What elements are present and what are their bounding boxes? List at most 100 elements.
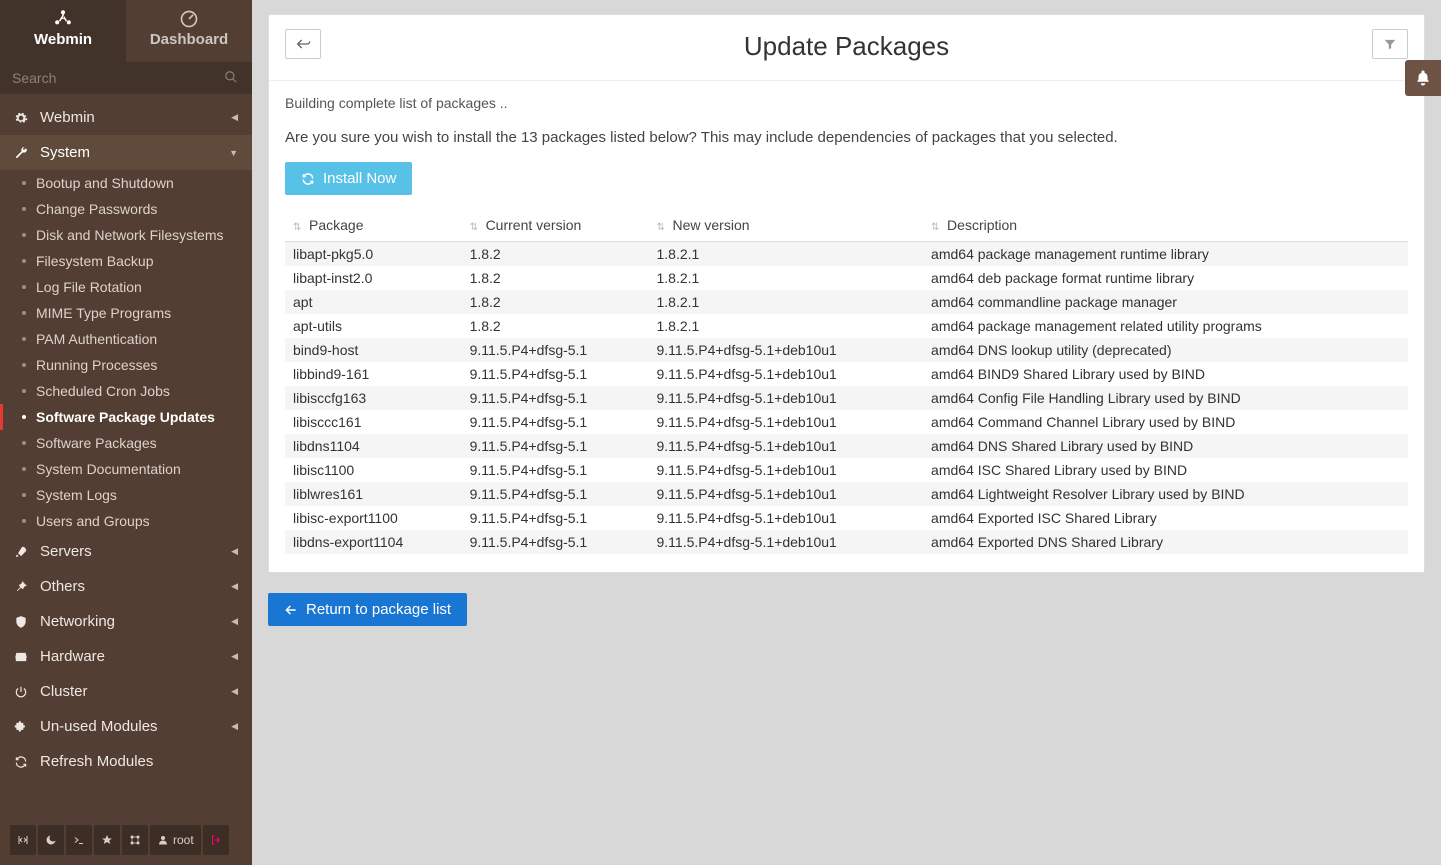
cell-cur: 9.11.5.P4+dfsg-5.1 bbox=[462, 410, 649, 434]
col-current[interactable]: ⇅Current version bbox=[462, 209, 649, 242]
sidebar-item-users-and-groups[interactable]: Users and Groups bbox=[0, 508, 252, 534]
search-input[interactable] bbox=[0, 62, 252, 94]
cell-cur: 9.11.5.P4+dfsg-5.1 bbox=[462, 530, 649, 554]
sort-icon: ⇅ bbox=[293, 222, 303, 233]
rocket-icon bbox=[14, 545, 30, 559]
col-package[interactable]: ⇅Package bbox=[285, 209, 462, 242]
cell-pkg: libisccc161 bbox=[285, 410, 462, 434]
logout-button[interactable] bbox=[203, 825, 229, 855]
refresh-icon bbox=[14, 755, 30, 769]
cell-cur: 9.11.5.P4+dfsg-5.1 bbox=[462, 506, 649, 530]
sidebar: Webmin Dashboard Webmin ◀ System ▼ bbox=[0, 0, 252, 865]
menu-cluster[interactable]: Cluster ◀ bbox=[0, 674, 252, 709]
notifications-button[interactable] bbox=[1405, 60, 1441, 96]
sidebar-item-pam-authentication[interactable]: PAM Authentication bbox=[0, 326, 252, 352]
sidebar-item-system-documentation[interactable]: System Documentation bbox=[0, 456, 252, 482]
table-row: bind9-host9.11.5.P4+dfsg-5.19.11.5.P4+df… bbox=[285, 338, 1408, 362]
main-content: Update Packages Building complete list o… bbox=[252, 0, 1441, 865]
search-icon[interactable] bbox=[224, 70, 238, 84]
install-now-button[interactable]: Install Now bbox=[285, 162, 412, 195]
sidebar-item-running-processes[interactable]: Running Processes bbox=[0, 352, 252, 378]
return-label: Return to package list bbox=[306, 601, 451, 618]
table-row: apt1.8.21.8.2.1amd64 commandline package… bbox=[285, 290, 1408, 314]
sidebar-item-system-logs[interactable]: System Logs bbox=[0, 482, 252, 508]
chevron-left-icon: ◀ bbox=[231, 686, 238, 697]
chevron-left-icon: ◀ bbox=[231, 546, 238, 557]
servers-index-button[interactable] bbox=[122, 825, 148, 855]
sidebar-item-disk-and-network-filesystems[interactable]: Disk and Network Filesystems bbox=[0, 222, 252, 248]
cell-new: 9.11.5.P4+dfsg-5.1+deb10u1 bbox=[648, 386, 923, 410]
sidebar-item-software-packages[interactable]: Software Packages bbox=[0, 430, 252, 456]
sidebar-item-scheduled-cron-jobs[interactable]: Scheduled Cron Jobs bbox=[0, 378, 252, 404]
sidebar-item-change-passwords[interactable]: Change Passwords bbox=[0, 196, 252, 222]
cell-new: 9.11.5.P4+dfsg-5.1+deb10u1 bbox=[648, 530, 923, 554]
menu-webmin[interactable]: Webmin ◀ bbox=[0, 100, 252, 135]
menu-hardware[interactable]: Hardware ◀ bbox=[0, 639, 252, 674]
table-row: libisc-export11009.11.5.P4+dfsg-5.19.11.… bbox=[285, 506, 1408, 530]
col-desc[interactable]: ⇅Description bbox=[923, 209, 1408, 242]
table-row: libdns-export11049.11.5.P4+dfsg-5.19.11.… bbox=[285, 530, 1408, 554]
sidebar-item-bootup-and-shutdown[interactable]: Bootup and Shutdown bbox=[0, 170, 252, 196]
menu-servers-label: Servers bbox=[40, 543, 92, 560]
col-new[interactable]: ⇅New version bbox=[648, 209, 923, 242]
tab-webmin-label: Webmin bbox=[34, 31, 92, 48]
search-box bbox=[0, 62, 252, 94]
return-button[interactable]: Return to package list bbox=[268, 593, 467, 626]
tab-webmin[interactable]: Webmin bbox=[0, 0, 126, 62]
cell-pkg: apt bbox=[285, 290, 462, 314]
cell-pkg: bind9-host bbox=[285, 338, 462, 362]
menu-refresh[interactable]: Refresh Modules bbox=[0, 744, 252, 779]
back-button[interactable] bbox=[285, 29, 321, 59]
sidebar-item-software-package-updates[interactable]: Software Package Updates bbox=[0, 404, 252, 430]
cell-new: 1.8.2.1 bbox=[648, 266, 923, 290]
table-row: libapt-inst2.01.8.21.8.2.1amd64 deb pack… bbox=[285, 266, 1408, 290]
tab-dashboard-label: Dashboard bbox=[150, 31, 228, 48]
terminal-button[interactable] bbox=[66, 825, 92, 855]
sidebar-item-log-file-rotation[interactable]: Log File Rotation bbox=[0, 274, 252, 300]
page-panel: Update Packages Building complete list o… bbox=[268, 14, 1425, 573]
favorites-button[interactable] bbox=[94, 825, 120, 855]
cell-cur: 9.11.5.P4+dfsg-5.1 bbox=[462, 362, 649, 386]
chevron-left-icon: ◀ bbox=[231, 616, 238, 627]
chevron-left-icon: ◀ bbox=[231, 721, 238, 732]
menu-others[interactable]: Others ◀ bbox=[0, 569, 252, 604]
cell-cur: 9.11.5.P4+dfsg-5.1 bbox=[462, 482, 649, 506]
sidebar-menu: Webmin ◀ System ▼ Bootup and ShutdownCha… bbox=[0, 100, 252, 779]
cell-desc: amd64 deb package format runtime library bbox=[923, 266, 1408, 290]
cell-new: 1.8.2.1 bbox=[648, 242, 923, 267]
chevron-left-icon: ◀ bbox=[231, 112, 238, 123]
table-row: libdns11049.11.5.P4+dfsg-5.19.11.5.P4+df… bbox=[285, 434, 1408, 458]
packages-table: ⇅Package ⇅Current version ⇅New version ⇅… bbox=[285, 209, 1408, 554]
table-row: liblwres1619.11.5.P4+dfsg-5.19.11.5.P4+d… bbox=[285, 482, 1408, 506]
tab-dashboard[interactable]: Dashboard bbox=[126, 0, 252, 62]
menu-servers[interactable]: Servers ◀ bbox=[0, 534, 252, 569]
table-row: libbind9-1619.11.5.P4+dfsg-5.19.11.5.P4+… bbox=[285, 362, 1408, 386]
menu-networking[interactable]: Networking ◀ bbox=[0, 604, 252, 639]
hdd-icon bbox=[14, 650, 30, 664]
user-button[interactable]: root bbox=[150, 825, 201, 855]
sidebar-item-filesystem-backup[interactable]: Filesystem Backup bbox=[0, 248, 252, 274]
cell-pkg: libbind9-161 bbox=[285, 362, 462, 386]
sidebar-item-mime-type-programs[interactable]: MIME Type Programs bbox=[0, 300, 252, 326]
filter-button[interactable] bbox=[1372, 29, 1408, 59]
menu-refresh-label: Refresh Modules bbox=[40, 753, 153, 770]
cell-desc: amd64 Command Channel Library used by BI… bbox=[923, 410, 1408, 434]
cell-new: 9.11.5.P4+dfsg-5.1+deb10u1 bbox=[648, 506, 923, 530]
sort-icon: ⇅ bbox=[931, 222, 941, 233]
cell-desc: amd64 Config File Handling Library used … bbox=[923, 386, 1408, 410]
panel-body: Building complete list of packages .. Ar… bbox=[269, 81, 1424, 572]
cell-desc: amd64 Lightweight Resolver Library used … bbox=[923, 482, 1408, 506]
sort-icon: ⇅ bbox=[470, 222, 480, 233]
cell-pkg: libapt-pkg5.0 bbox=[285, 242, 462, 267]
status-text: Building complete list of packages .. bbox=[285, 95, 1408, 111]
cell-cur: 1.8.2 bbox=[462, 314, 649, 338]
cell-cur: 1.8.2 bbox=[462, 266, 649, 290]
cell-pkg: libdns-export1104 bbox=[285, 530, 462, 554]
night-mode-button[interactable] bbox=[38, 825, 64, 855]
menu-system[interactable]: System ▼ bbox=[0, 135, 252, 170]
cell-cur: 1.8.2 bbox=[462, 242, 649, 267]
sidebar-tabs: Webmin Dashboard bbox=[0, 0, 252, 62]
collapse-sidebar-button[interactable] bbox=[10, 825, 36, 855]
menu-others-label: Others bbox=[40, 578, 85, 595]
menu-unused[interactable]: Un-used Modules ◀ bbox=[0, 709, 252, 744]
